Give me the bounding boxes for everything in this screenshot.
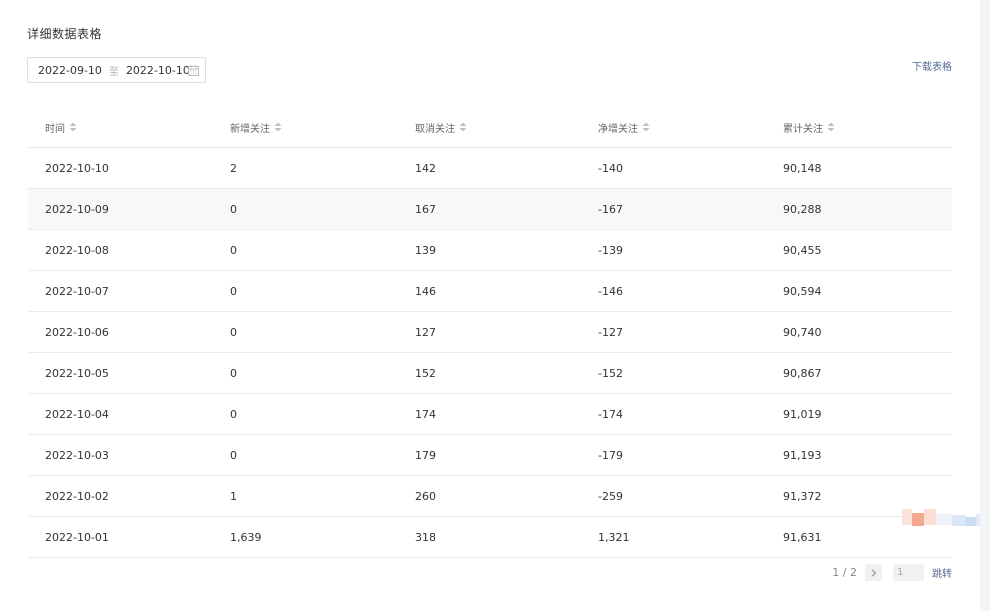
cell-time: 2022-10-05 [45, 366, 109, 380]
column-header-time[interactable]: 时间 [45, 120, 77, 135]
cell-unfollows: 139 [415, 243, 436, 257]
cell-unfollows: 318 [415, 530, 436, 544]
cell-total-follows: 90,288 [783, 202, 822, 216]
cell-unfollows: 127 [415, 325, 436, 339]
cell-new-follows: 0 [230, 284, 237, 298]
cell-unfollows: 179 [415, 448, 436, 462]
cell-net-follows: -139 [598, 243, 623, 257]
table-row: 2022-10-02 1 260 -259 91,372 [28, 476, 952, 517]
cell-total-follows: 90,740 [783, 325, 822, 339]
cell-total-follows: 91,631 [783, 530, 822, 544]
cell-unfollows: 146 [415, 284, 436, 298]
cell-total-follows: 91,372 [783, 489, 822, 503]
page-jump-input[interactable] [893, 564, 924, 581]
chevron-right-icon [871, 568, 876, 577]
cell-time: 2022-10-10 [45, 161, 109, 175]
cell-new-follows: 1,639 [230, 530, 262, 544]
cell-net-follows: -174 [598, 407, 623, 421]
cell-net-follows: 1,321 [598, 530, 630, 544]
cell-net-follows: -179 [598, 448, 623, 462]
cell-unfollows: 167 [415, 202, 436, 216]
date-separator: 至 [108, 66, 119, 78]
date-range-picker[interactable]: 2022-09-10 至 2022-10-10 [27, 57, 206, 83]
cell-new-follows: 0 [230, 407, 237, 421]
table-row: 2022-10-04 0 174 -174 91,019 [28, 394, 952, 435]
sort-icon[interactable] [274, 122, 282, 132]
cell-new-follows: 0 [230, 366, 237, 380]
cell-net-follows: -152 [598, 366, 623, 380]
cell-total-follows: 90,867 [783, 366, 822, 380]
table-row: 2022-10-07 0 146 -146 90,594 [28, 271, 952, 312]
table-row: 2022-10-10 2 142 -140 90,148 [28, 148, 952, 189]
cell-time: 2022-10-04 [45, 407, 109, 421]
cell-total-follows: 91,019 [783, 407, 822, 421]
table-row: 2022-10-05 0 152 -152 90,867 [28, 353, 952, 394]
next-page-button[interactable] [865, 564, 882, 581]
cell-time: 2022-10-09 [45, 202, 109, 216]
date-start[interactable]: 2022-09-10 [38, 64, 102, 77]
cell-unfollows: 142 [415, 161, 436, 175]
sort-icon[interactable] [827, 122, 835, 132]
cell-new-follows: 1 [230, 489, 237, 503]
cell-total-follows: 90,455 [783, 243, 822, 257]
cell-new-follows: 0 [230, 243, 237, 257]
cell-time: 2022-10-06 [45, 325, 109, 339]
scrollbar-track[interactable] [980, 0, 990, 611]
cell-new-follows: 2 [230, 161, 237, 175]
page-indicator: 1 / 2 [832, 566, 857, 579]
table-row: 2022-10-06 0 127 -127 90,740 [28, 312, 952, 353]
cell-total-follows: 91,193 [783, 448, 822, 462]
data-table: 时间 新增关注 取消关注 净增关注 累计关注 2022-10-10 2 142 … [28, 107, 952, 558]
section-title: 详细数据表格 [27, 27, 103, 41]
jump-button[interactable]: 跳转 [932, 565, 952, 580]
column-header-net-follows[interactable]: 净增关注 [598, 120, 650, 135]
date-end[interactable]: 2022-10-10 [126, 64, 190, 77]
sort-icon[interactable] [642, 122, 650, 132]
table-row: 2022-10-09 0 167 -167 90,288 [28, 189, 952, 230]
cell-net-follows: -140 [598, 161, 623, 175]
cell-new-follows: 0 [230, 448, 237, 462]
sort-icon[interactable] [459, 122, 467, 132]
cell-new-follows: 0 [230, 325, 237, 339]
column-header-total-follows[interactable]: 累计关注 [783, 120, 835, 135]
column-header-new-follows[interactable]: 新增关注 [230, 120, 282, 135]
cell-time: 2022-10-07 [45, 284, 109, 298]
sort-icon[interactable] [69, 122, 77, 132]
table-row: 2022-10-01 1,639 318 1,321 91,631 [28, 517, 952, 558]
cell-new-follows: 0 [230, 202, 237, 216]
cell-time: 2022-10-03 [45, 448, 109, 462]
table-row: 2022-10-03 0 179 -179 91,193 [28, 435, 952, 476]
cell-time: 2022-10-01 [45, 530, 109, 544]
cell-unfollows: 260 [415, 489, 436, 503]
calendar-icon[interactable] [188, 65, 199, 76]
column-header-unfollows[interactable]: 取消关注 [415, 120, 467, 135]
cell-net-follows: -167 [598, 202, 623, 216]
cell-time: 2022-10-08 [45, 243, 109, 257]
pagination: 1 / 2 跳转 [832, 564, 952, 581]
cell-time: 2022-10-02 [45, 489, 109, 503]
decorative-blur-overlay [902, 509, 990, 526]
cell-total-follows: 90,594 [783, 284, 822, 298]
cell-net-follows: -259 [598, 489, 623, 503]
table-header: 时间 新增关注 取消关注 净增关注 累计关注 [28, 107, 952, 148]
cell-net-follows: -146 [598, 284, 623, 298]
cell-net-follows: -127 [598, 325, 623, 339]
table-row: 2022-10-08 0 139 -139 90,455 [28, 230, 952, 271]
page: 详细数据表格 2022-09-10 至 2022-10-10 下载表格 时间 新… [0, 0, 990, 611]
cell-unfollows: 152 [415, 366, 436, 380]
cell-unfollows: 174 [415, 407, 436, 421]
cell-total-follows: 90,148 [783, 161, 822, 175]
download-table-link[interactable]: 下载表格 [912, 58, 952, 73]
